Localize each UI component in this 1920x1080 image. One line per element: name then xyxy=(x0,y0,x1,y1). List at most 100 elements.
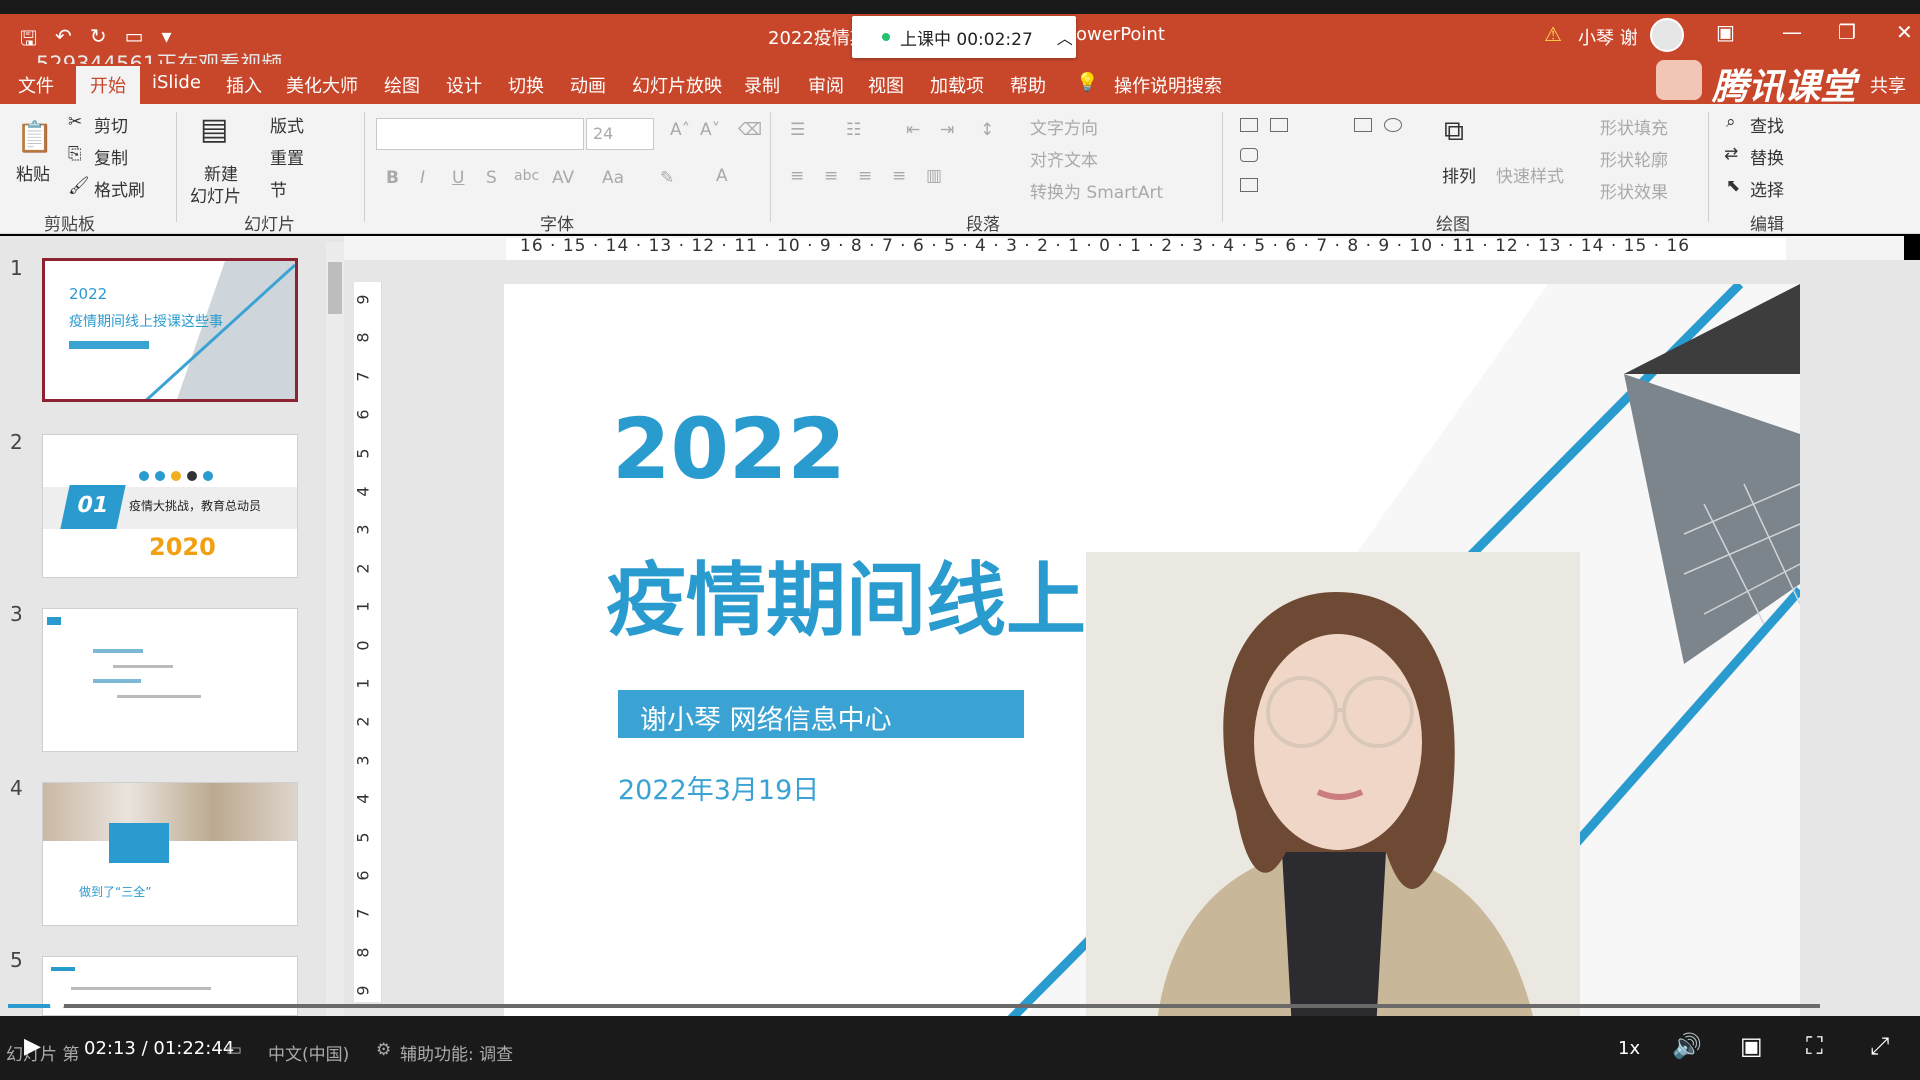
convert-smartart-button[interactable]: 转换为 SmartArt xyxy=(1030,178,1163,203)
play-icon[interactable]: ▶ xyxy=(24,1034,41,1059)
tab-record[interactable]: 录制 xyxy=(744,72,780,98)
align-left-icon[interactable]: ≡ xyxy=(790,166,804,186)
font-size-input[interactable]: 24 xyxy=(586,118,654,150)
char-spacing-icon[interactable]: AV xyxy=(552,168,574,188)
tab-review[interactable]: 审阅 xyxy=(808,72,844,98)
layout-button[interactable]: 版式 xyxy=(270,112,304,137)
find-icon[interactable]: ⌕ xyxy=(1726,112,1736,132)
highlight-icon[interactable]: ✎ xyxy=(660,168,674,188)
format-painter-icon[interactable]: 🖌 xyxy=(68,176,90,196)
tab-help[interactable]: 帮助 xyxy=(1010,72,1046,98)
tab-addins[interactable]: 加载项 xyxy=(930,72,984,98)
live-class-status[interactable]: 上课中 00:02:27 ︿ xyxy=(852,16,1076,58)
tab-slideshow[interactable]: 幻灯片放映 xyxy=(632,72,722,98)
arrange-button[interactable]: 排列 xyxy=(1442,162,1476,187)
align-center-icon[interactable]: ≡ xyxy=(824,166,838,186)
align-right-icon[interactable]: ≡ xyxy=(858,166,872,186)
font-name-input[interactable] xyxy=(376,118,584,150)
slide-thumbnail-1[interactable]: 2022 疫情期间线上授课这些事 xyxy=(42,258,298,402)
share-button[interactable]: 共享 xyxy=(1870,72,1906,98)
notes-icon[interactable]: ▭ xyxy=(226,1040,242,1060)
grow-font-icon[interactable]: A˄ xyxy=(670,120,690,140)
ribbon-display-icon[interactable]: ▣ xyxy=(1716,20,1735,44)
new-slide-icon[interactable]: ▤ xyxy=(200,112,228,147)
numbering-icon[interactable]: ☷ xyxy=(846,120,861,140)
language-status[interactable]: 中文(中国) xyxy=(268,1040,349,1065)
tab-view[interactable]: 视图 xyxy=(868,72,904,98)
tell-me-search[interactable]: 操作说明搜索 xyxy=(1114,72,1222,98)
vertical-textbox-shape-icon[interactable] xyxy=(1270,118,1288,132)
bullets-icon[interactable]: ☰ xyxy=(790,120,805,140)
warning-icon[interactable]: ⚠ xyxy=(1544,22,1562,46)
chevron-up-icon[interactable]: ︿ xyxy=(1057,25,1073,49)
decrease-indent-icon[interactable]: ⇤ xyxy=(906,120,920,140)
shapes-gallery[interactable] xyxy=(1238,114,1418,204)
video-progress-handle[interactable] xyxy=(50,998,64,1012)
tab-design[interactable]: 设计 xyxy=(446,72,482,98)
clear-format-icon[interactable]: ⌫ xyxy=(738,120,762,140)
shape-outline-button[interactable]: 形状轮廓 xyxy=(1600,146,1668,171)
slide-thumbnail-3[interactable] xyxy=(42,608,298,752)
bold-icon[interactable]: B xyxy=(386,168,399,188)
rectangle-shape-icon[interactable] xyxy=(1354,118,1372,132)
lightbulb-icon[interactable]: 💡 xyxy=(1076,72,1098,93)
thumbnail-scrollbar-thumb[interactable] xyxy=(328,262,342,314)
replace-button[interactable]: 替换 xyxy=(1750,144,1784,169)
user-name[interactable]: 小琴 谢 xyxy=(1578,24,1638,50)
accessibility-icon[interactable]: ⚙ xyxy=(376,1040,391,1060)
font-color-icon[interactable]: A xyxy=(716,166,728,186)
tab-draw[interactable]: 绘图 xyxy=(384,72,420,98)
find-button[interactable]: 查找 xyxy=(1750,112,1784,137)
close-icon[interactable]: ✕ xyxy=(1896,20,1913,44)
volume-icon[interactable]: 🔊 xyxy=(1672,1032,1702,1060)
freeform-shape-icon[interactable] xyxy=(1240,178,1258,192)
web-fullscreen-icon[interactable]: ⛶ xyxy=(1806,1032,1823,1060)
line-spacing-icon[interactable]: ↕ xyxy=(980,120,994,140)
shape-fill-button[interactable]: 形状填充 xyxy=(1600,114,1668,139)
quick-styles-button[interactable]: 快速样式 xyxy=(1496,162,1564,187)
rounded-rect-shape-icon[interactable] xyxy=(1240,148,1258,162)
tab-insert[interactable]: 插入 xyxy=(226,72,262,98)
select-button[interactable]: 选择 xyxy=(1750,176,1784,201)
replace-icon[interactable]: ⇄ xyxy=(1724,144,1738,164)
slide-thumbnail-4[interactable]: 做到了“三全” xyxy=(42,782,298,926)
format-painter-button[interactable]: 格式刷 xyxy=(94,176,145,201)
paste-icon[interactable]: 📋 xyxy=(16,120,53,155)
playback-speed-button[interactable]: 1x xyxy=(1618,1038,1640,1059)
arrange-icon[interactable]: ⧉ xyxy=(1444,114,1464,148)
picture-in-picture-icon[interactable]: ▣ xyxy=(1740,1032,1763,1060)
textbox-shape-icon[interactable] xyxy=(1240,118,1258,132)
increase-indent-icon[interactable]: ⇥ xyxy=(940,120,954,140)
fullscreen-icon[interactable]: ⤢ xyxy=(1870,1032,1889,1060)
slide-presenter-band[interactable]: 谢小琴 网络信息中心 xyxy=(618,690,1024,738)
strikethrough-icon[interactable]: abc xyxy=(514,168,539,184)
italic-icon[interactable]: I xyxy=(420,168,425,188)
avatar[interactable] xyxy=(1650,18,1684,52)
columns-icon[interactable]: ▥ xyxy=(926,166,942,186)
slide-year[interactable]: 2022 xyxy=(612,400,846,498)
tab-home[interactable]: 开始 xyxy=(76,66,140,104)
restore-icon[interactable]: ❐ xyxy=(1838,20,1856,44)
save-icon[interactable]: 🖫 xyxy=(20,24,37,58)
cut-button[interactable]: 剪切 xyxy=(94,112,128,137)
video-progress-track[interactable] xyxy=(8,1004,1820,1008)
slide-date[interactable]: 2022年3月19日 xyxy=(618,768,819,807)
cut-icon[interactable]: ✂ xyxy=(68,112,82,132)
slide-thumbnail-2[interactable]: 01 疫情大挑战，教育总动员 2020 xyxy=(42,434,298,578)
shape-effects-button[interactable]: 形状效果 xyxy=(1600,178,1668,203)
change-case-icon[interactable]: Aa xyxy=(602,168,624,188)
select-icon[interactable]: ⬉ xyxy=(1726,176,1740,196)
new-slide-button-line2[interactable]: 幻灯片 xyxy=(190,182,241,207)
paste-button[interactable]: 粘贴 xyxy=(16,160,50,185)
thumbnail-scrollbar[interactable] xyxy=(326,242,344,1028)
accessibility-status[interactable]: 辅助功能: 调查 xyxy=(400,1040,513,1065)
section-button[interactable]: 节 xyxy=(270,176,287,201)
shrink-font-icon[interactable]: A˅ xyxy=(700,120,720,140)
copy-icon[interactable]: ⎘ xyxy=(68,144,82,164)
justify-icon[interactable]: ≡ xyxy=(892,166,906,186)
reset-button[interactable]: 重置 xyxy=(270,144,304,169)
copy-button[interactable]: 复制 xyxy=(94,144,128,169)
oval-shape-icon[interactable] xyxy=(1384,118,1402,132)
underline-icon[interactable]: U xyxy=(452,168,464,188)
align-text-button[interactable]: 对齐文本 xyxy=(1030,146,1098,171)
